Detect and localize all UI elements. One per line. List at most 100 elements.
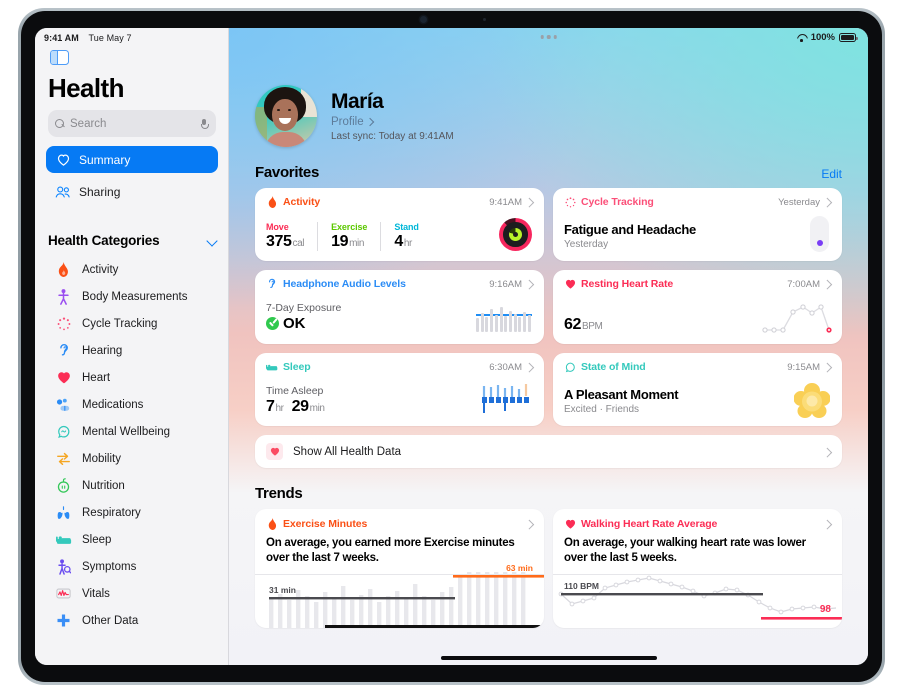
cycle-icon <box>564 196 576 208</box>
audio-bar <box>476 318 479 332</box>
sidebar-item-mobility[interactable]: Mobility <box>35 445 228 472</box>
avatar[interactable] <box>255 85 317 147</box>
sidebar-item-nutrition[interactable]: Nutrition <box>35 472 228 499</box>
cycle-headline: Fatigue and Headache <box>564 222 696 237</box>
cycle-icon <box>55 315 72 332</box>
symptoms-icon <box>55 558 72 575</box>
heart-icon <box>55 369 72 386</box>
health-categories-header[interactable]: Health Categories <box>48 233 216 248</box>
card-header: Cycle Tracking Yesterday <box>564 196 831 208</box>
card-header: Resting Heart Rate 7:00AM <box>564 278 831 290</box>
mood-subtext: Excited · Friends <box>564 404 640 415</box>
ipad-screen: 9:41 AM Tue May 7 Health Search Summary <box>35 28 868 665</box>
walking-heart-rate-chart: 110 BPM 98 <box>553 575 842 628</box>
head-icon <box>564 361 576 373</box>
trend-current-label: 98 <box>819 604 831 615</box>
edit-favorites-button[interactable]: Edit <box>821 167 842 181</box>
plus-cross-icon <box>55 612 72 629</box>
card-title-label: Resting Heart Rate <box>581 278 674 290</box>
ambient-sensor-icon <box>483 18 486 21</box>
audio-bar <box>513 313 517 332</box>
sidebar-item-label: Summary <box>79 152 131 167</box>
card-header: Activity 9:41AM <box>266 196 533 208</box>
card-title-label: Cycle Tracking <box>581 196 654 208</box>
heart-icon <box>564 278 576 290</box>
summary-scroll-area[interactable]: María Profile Last sync: Today at 9:41AM… <box>229 28 868 665</box>
category-label: Cycle Tracking <box>82 317 158 330</box>
health-categories-label: Health Categories <box>48 233 160 248</box>
category-label: Activity <box>82 263 119 276</box>
profile-row[interactable]: María Profile Last sync: Today at 9:41AM <box>255 85 842 147</box>
card-headphone-audio-levels[interactable]: Headphone Audio Levels 9:16AM 7-Day Expo… <box>255 270 544 344</box>
sidebar: 9:41 AM Tue May 7 Health Search Summary <box>35 28 229 665</box>
card-timestamp: 7:00AM <box>787 278 820 290</box>
sidebar-item-mental-wellbeing[interactable]: Mental Wellbeing <box>35 418 228 445</box>
apple-icon <box>55 477 72 494</box>
sidebar-item-other-data[interactable]: Other Data <box>35 607 228 634</box>
card-timestamp: 9:41AM <box>489 196 522 208</box>
card-meta: 9:41AM <box>489 197 533 208</box>
sidebar-item-heart[interactable]: Heart <box>35 364 228 391</box>
last-sync-text: Last sync: Today at 9:41AM <box>331 130 454 142</box>
sidebar-item-respiratory[interactable]: Respiratory <box>35 499 228 526</box>
sidebar-item-body-measurements[interactable]: Body Measurements <box>35 283 228 310</box>
audio-bar <box>490 308 494 332</box>
trend-card-walking-heart-rate[interactable]: Walking Heart Rate Average On average, y… <box>553 509 842 628</box>
search-input[interactable]: Search <box>48 110 216 137</box>
chevron-right-icon <box>526 199 533 206</box>
stat-label: Stand <box>394 222 419 232</box>
chevron-down-icon[interactable] <box>207 236 216 245</box>
trends-title: Trends <box>255 485 303 502</box>
sidebar-toggle-icon[interactable] <box>50 50 69 65</box>
sidebar-item-sharing[interactable]: Sharing <box>46 178 218 205</box>
mobility-arrows-icon <box>55 450 72 467</box>
card-activity[interactable]: Activity 9:41AM Move 375cal Exercise 19m… <box>255 188 544 261</box>
stat-stand: Stand 4hr <box>394 222 432 251</box>
sidebar-item-label: Sharing <box>79 184 121 199</box>
activity-stats: Move 375cal Exercise 19min Stand 4hr <box>266 222 533 251</box>
ear-icon <box>266 278 278 290</box>
sidebar-item-symptoms[interactable]: Symptoms <box>35 553 228 580</box>
profile-link[interactable]: Profile <box>331 116 454 128</box>
card-title-label: State of Mind <box>581 361 646 373</box>
audio-bar <box>504 315 508 332</box>
audio-bar <box>523 311 526 332</box>
card-meta: Yesterday <box>778 197 831 208</box>
mood-flower-icon <box>794 383 830 418</box>
favorites-title: Favorites <box>255 164 319 181</box>
stat-exercise: Exercise 19min <box>331 222 382 251</box>
sidebar-item-vitals[interactable]: Vitals <box>35 580 228 607</box>
chevron-right-icon <box>367 119 373 125</box>
chevron-right-icon <box>824 521 831 528</box>
sidebar-item-hearing[interactable]: Hearing <box>35 337 228 364</box>
chevron-right-icon <box>526 521 533 528</box>
stat-unit: cal <box>292 238 305 249</box>
microphone-icon[interactable] <box>201 118 209 129</box>
head-icon <box>55 423 72 440</box>
trend-card-exercise-minutes[interactable]: Exercise Minutes On average, you earned … <box>255 509 544 628</box>
audio-bar <box>480 312 484 332</box>
page-title: Health <box>48 73 124 103</box>
main-content: 100% María Profile Last sync: Today at 9… <box>229 28 868 665</box>
sidebar-item-cycle-tracking[interactable]: Cycle Tracking <box>35 310 228 337</box>
sidebar-item-medications[interactable]: Medications <box>35 391 228 418</box>
exercise-minutes-chart: 31 min 63 min <box>255 563 544 628</box>
sidebar-item-sleep[interactable]: Sleep <box>35 526 228 553</box>
card-cycle-tracking[interactable]: Cycle Tracking Yesterday Fatigue and Hea… <box>553 188 842 261</box>
category-label: Symptoms <box>82 560 137 573</box>
sidebar-item-summary[interactable]: Summary <box>46 146 218 173</box>
card-state-of-mind[interactable]: State of Mind 9:15AM A Pleasant Moment E… <box>553 353 842 426</box>
stat-move: Move 375cal <box>266 222 319 251</box>
card-timestamp: 9:16AM <box>489 278 522 290</box>
sidebar-item-activity[interactable]: Activity <box>35 256 228 283</box>
category-label: Hearing <box>82 344 123 357</box>
chevron-right-icon <box>824 364 831 371</box>
home-indicator[interactable] <box>440 656 657 660</box>
card-sleep[interactable]: Sleep 6:30AM Time Asleep 7hr 29min <box>255 353 544 426</box>
card-resting-heart-rate[interactable]: Resting Heart Rate 7:00AM 62BPM <box>553 270 842 344</box>
status-label: OK <box>283 315 306 332</box>
favorites-grid: Activity 9:41AM Move 375cal Exercise 19m… <box>255 188 842 426</box>
stat-value: 19min <box>331 233 365 250</box>
show-all-health-data-row[interactable]: Show All Health Data <box>255 435 842 468</box>
category-label: Medications <box>82 398 144 411</box>
